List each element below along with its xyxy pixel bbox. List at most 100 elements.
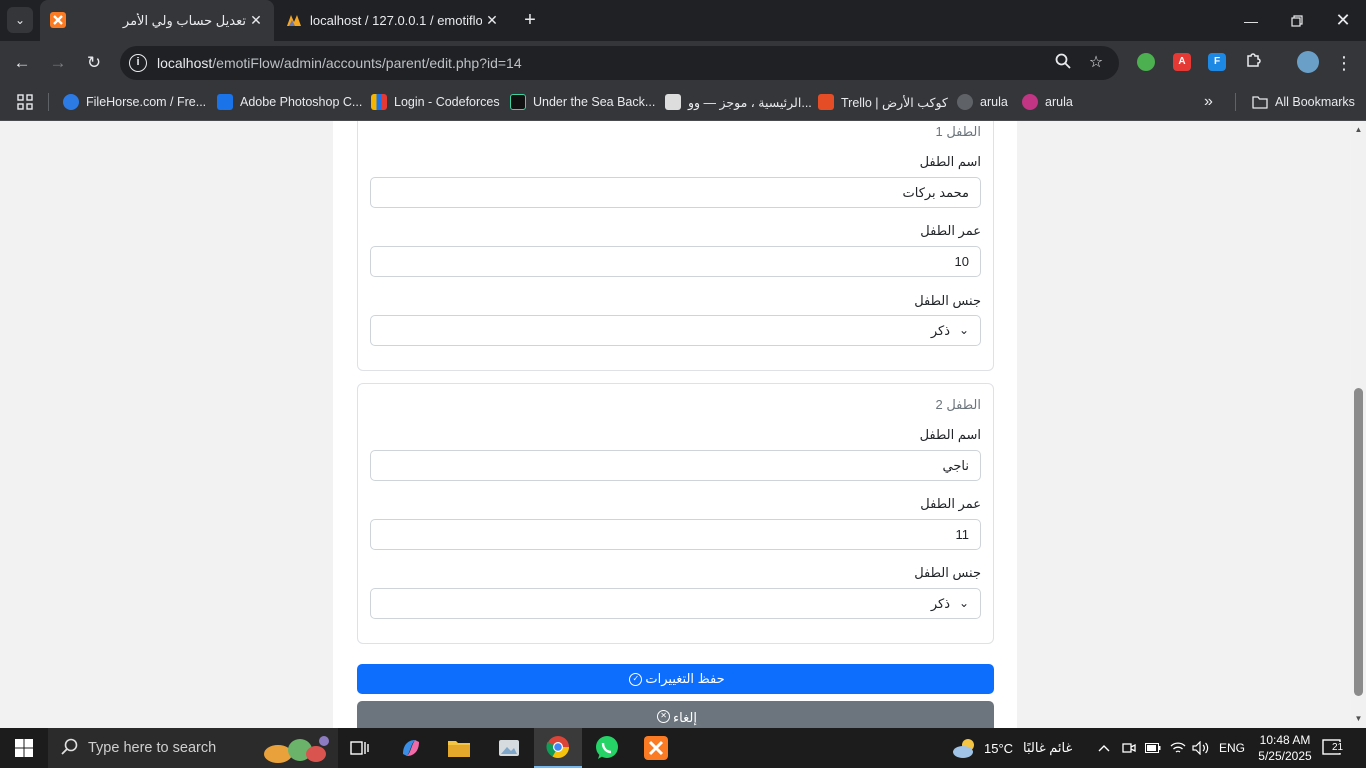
taskbar-search[interactable]: Type here to search xyxy=(48,728,338,768)
filehorse-icon xyxy=(63,94,79,110)
search-icon xyxy=(61,738,78,755)
bookmark-trello[interactable]: Trello | كوكب الأرض xyxy=(818,92,948,112)
task-view-icon xyxy=(350,741,369,755)
site-info-icon[interactable]: i xyxy=(129,54,147,72)
bookmark-under-the-sea[interactable]: Under the Sea Back... xyxy=(510,92,655,112)
close-tab-icon[interactable]: ✕ xyxy=(484,12,500,28)
xampp-icon xyxy=(644,736,668,760)
extension-colorful-icon[interactable] xyxy=(1137,53,1155,71)
apps-grid-icon[interactable] xyxy=(17,92,33,112)
selected-gender: ذكر xyxy=(930,596,950,611)
tab-title: localhost / 127.0.0.1 / emotiflow xyxy=(310,13,482,28)
bookmark-codeforces[interactable]: Login - Codeforces xyxy=(371,92,500,112)
child-gender-label: جنس الطفل xyxy=(914,293,981,308)
bookmark-arula-1[interactable]: arula xyxy=(957,92,1008,112)
weather-description: غائم غالبًا xyxy=(1023,740,1073,755)
bookmark-star-icon[interactable]: ☆ xyxy=(1086,53,1106,73)
child-gender-select[interactable]: ذكر ⌄ xyxy=(370,315,981,346)
scroll-down-arrow-icon[interactable]: ▼ xyxy=(1354,714,1363,723)
weather-widget[interactable]: 15°C غائم غالبًا xyxy=(951,728,1072,768)
new-tab-button[interactable]: + xyxy=(519,9,541,31)
save-changes-button[interactable]: حفظ التغييرات ✓ xyxy=(357,664,994,694)
extensions-puzzle-icon[interactable] xyxy=(1242,50,1266,74)
language-indicator[interactable]: ENG xyxy=(1219,728,1245,768)
chevron-down-icon: ⌄ xyxy=(14,13,26,27)
child-gender-select[interactable]: ذكر ⌄ xyxy=(370,588,981,619)
extension-font-icon[interactable]: F xyxy=(1208,53,1226,71)
restore-button[interactable] xyxy=(1274,0,1320,41)
page-icon xyxy=(665,94,681,110)
whatsapp-icon xyxy=(596,736,618,759)
bookmark-main-feed[interactable]: الرئيسية ، موجز — وو... xyxy=(665,92,812,112)
photos-app[interactable] xyxy=(485,728,533,768)
page-viewport: الطفل 1 اسم الطفل محمد بركات عمر الطفل 1… xyxy=(0,121,1351,728)
close-tab-icon[interactable]: ✕ xyxy=(248,12,264,28)
folder-icon xyxy=(448,741,470,757)
clock-time: 10:48 AM xyxy=(1259,733,1311,747)
back-icon[interactable]: ← xyxy=(10,51,34,75)
chrome-app[interactable] xyxy=(534,728,582,768)
whatsapp-app[interactable] xyxy=(583,728,631,768)
chevron-down-icon: ⌄ xyxy=(958,596,969,610)
minimize-button[interactable]: — xyxy=(1228,0,1274,41)
link-icon xyxy=(217,94,233,110)
address-bar[interactable]: i localhost/emotiFlow/admin/accounts/par… xyxy=(120,46,1119,80)
system-clock[interactable]: 10:48 AM 5/25/2025 xyxy=(1246,732,1324,764)
cancel-button[interactable]: إلغاء ✕ xyxy=(357,701,994,728)
menu-kebab-icon[interactable]: ⋮ xyxy=(1332,51,1356,75)
windows-taskbar: Type here to search 15°C غائم غالبًا ENG… xyxy=(0,728,1366,768)
child-age-input[interactable]: 11 xyxy=(370,519,981,550)
file-explorer-app[interactable] xyxy=(435,728,483,768)
wifi-icon[interactable] xyxy=(1170,728,1186,768)
xampp-icon xyxy=(50,12,66,28)
tab-search-button[interactable]: ⌄ xyxy=(7,7,33,33)
child-card-2: الطفل 2 اسم الطفل ناجي عمر الطفل 11 جنس … xyxy=(357,383,994,644)
child-name-input[interactable]: محمد بركات xyxy=(370,177,981,208)
tab-edit-parent-account[interactable]: تعديل حساب ولي الأمر ✕ xyxy=(40,0,274,41)
page-scrollbar[interactable]: ▲ ▼ xyxy=(1351,121,1366,728)
bookmark-arula-2[interactable]: arula xyxy=(1022,92,1073,112)
windows-logo-icon xyxy=(15,739,33,757)
bookmark-separator xyxy=(48,93,49,111)
notification-center-button[interactable]: 21 xyxy=(1322,738,1346,758)
trello-icon xyxy=(818,94,834,110)
close-window-button[interactable]: ✕ xyxy=(1320,0,1366,41)
scroll-up-arrow-icon[interactable]: ▲ xyxy=(1354,125,1363,134)
tab-phpmyadmin[interactable]: localhost / 127.0.0.1 / emotiflow ✕ xyxy=(276,0,510,41)
codeforces-icon xyxy=(371,94,387,110)
x-circle-icon: ✕ xyxy=(657,710,671,723)
copilot-app[interactable] xyxy=(387,728,435,768)
cancel-label: إلغاء xyxy=(673,710,697,725)
url-text[interactable]: localhost/emotiFlow/admin/accounts/paren… xyxy=(157,55,522,71)
child-name-label: اسم الطفل xyxy=(919,427,981,442)
all-bookmarks[interactable]: All Bookmarks xyxy=(1252,92,1355,112)
bookmarks-bar: FileHorse.com / Fre... Adobe Photoshop C… xyxy=(0,84,1366,121)
chevron-up-icon xyxy=(1098,745,1110,752)
extension-pdf-icon[interactable]: A xyxy=(1173,53,1191,71)
show-hidden-icons[interactable] xyxy=(1098,728,1110,768)
bookmark-adobe-photoshop[interactable]: Adobe Photoshop C... xyxy=(217,92,362,112)
child-name-input[interactable]: ناجي xyxy=(370,450,981,481)
task-view-button[interactable] xyxy=(336,728,384,768)
child-title: الطفل 1 xyxy=(935,124,981,139)
battery-icon[interactable] xyxy=(1145,728,1161,768)
profile-avatar[interactable] xyxy=(1297,51,1319,73)
child-gender-label: جنس الطفل xyxy=(914,565,981,580)
volume-icon[interactable] xyxy=(1192,728,1210,768)
under-the-sea-icon xyxy=(510,94,526,110)
selected-gender: ذكر xyxy=(930,323,950,338)
tab-title: تعديل حساب ولي الأمر xyxy=(122,13,246,28)
reload-icon[interactable]: ↻ xyxy=(82,51,106,75)
bookmark-filehorse[interactable]: FileHorse.com / Fre... xyxy=(63,92,206,112)
forward-icon[interactable]: → xyxy=(46,51,70,75)
photos-icon xyxy=(499,740,519,756)
copilot-icon xyxy=(403,740,419,756)
start-button[interactable] xyxy=(0,728,48,768)
meet-now-icon[interactable] xyxy=(1122,728,1136,768)
search-icon[interactable] xyxy=(1053,53,1073,73)
xampp-app[interactable] xyxy=(632,728,680,768)
more-bookmarks-icon[interactable]: » xyxy=(1204,92,1213,112)
scroll-thumb[interactable] xyxy=(1354,388,1363,696)
child-age-input[interactable]: 10 xyxy=(370,246,981,277)
search-placeholder: Type here to search xyxy=(88,740,217,756)
